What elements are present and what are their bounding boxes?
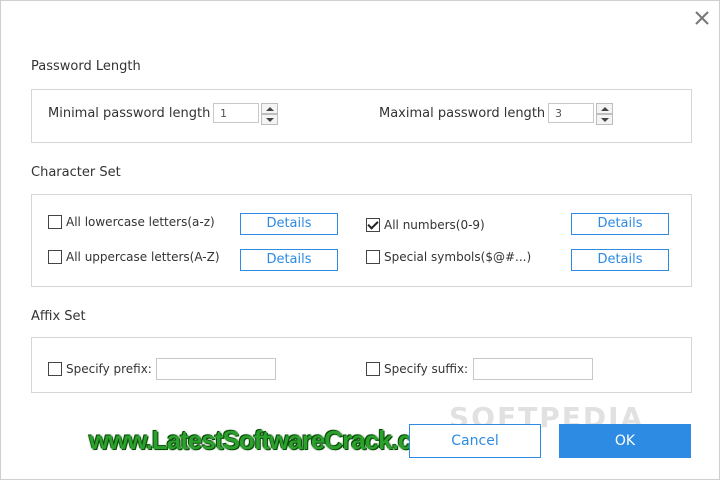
lowercase-option[interactable]: All lowercase letters(a-z) bbox=[48, 215, 215, 229]
max-length-increment-button[interactable] bbox=[596, 103, 613, 114]
prefix-option[interactable]: Specify prefix: bbox=[48, 362, 152, 376]
suffix-input[interactable] bbox=[473, 358, 593, 380]
lowercase-label: All lowercase letters(a-z) bbox=[66, 215, 215, 229]
symbols-option[interactable]: Special symbols($@#...) bbox=[366, 250, 531, 264]
min-length-increment-button[interactable] bbox=[261, 103, 278, 114]
suffix-checkbox[interactable] bbox=[366, 362, 380, 376]
close-icon bbox=[695, 11, 709, 25]
numbers-details-button[interactable]: Details bbox=[571, 213, 669, 235]
uppercase-details-button[interactable]: Details bbox=[240, 249, 338, 271]
password-settings-dialog: Password Length Minimal password length … bbox=[0, 0, 720, 480]
uppercase-label: All uppercase letters(A-Z) bbox=[66, 250, 220, 264]
cancel-button[interactable]: Cancel bbox=[409, 424, 541, 458]
max-length-decrement-button[interactable] bbox=[596, 114, 613, 125]
max-length-label: Maximal password length bbox=[379, 106, 546, 121]
symbols-checkbox[interactable] bbox=[366, 250, 380, 264]
ok-button[interactable]: OK bbox=[559, 424, 691, 458]
min-length-input[interactable]: 1 bbox=[213, 103, 259, 123]
lowercase-details-button[interactable]: Details bbox=[240, 213, 338, 235]
symbols-details-button[interactable]: Details bbox=[571, 249, 669, 271]
prefix-label: Specify prefix: bbox=[66, 362, 152, 376]
lowercase-checkbox[interactable] bbox=[48, 215, 62, 229]
min-length-decrement-button[interactable] bbox=[261, 114, 278, 125]
numbers-option[interactable]: All numbers(0-9) bbox=[366, 218, 485, 232]
affix-set-panel: Specify prefix: Specify suffix: bbox=[31, 337, 692, 393]
min-length-label: Minimal password length bbox=[48, 106, 211, 121]
site-overlay-text: www.LatestSoftwareCrack.com bbox=[89, 425, 449, 455]
uppercase-checkbox[interactable] bbox=[48, 250, 62, 264]
numbers-label: All numbers(0-9) bbox=[384, 218, 485, 232]
max-length-input[interactable]: 3 bbox=[548, 103, 594, 123]
symbols-label: Special symbols($@#...) bbox=[384, 250, 532, 264]
password-length-title: Password Length bbox=[31, 59, 141, 74]
character-set-title: Character Set bbox=[31, 165, 121, 180]
character-set-panel: All lowercase letters(a-z) Details All u… bbox=[31, 194, 692, 287]
suffix-label: Specify suffix: bbox=[384, 362, 469, 376]
numbers-checkbox[interactable] bbox=[366, 218, 380, 232]
prefix-checkbox[interactable] bbox=[48, 362, 62, 376]
suffix-option[interactable]: Specify suffix: bbox=[366, 362, 468, 376]
close-button[interactable] bbox=[691, 7, 713, 29]
uppercase-option[interactable]: All uppercase letters(A-Z) bbox=[48, 250, 220, 264]
affix-set-title: Affix Set bbox=[31, 309, 86, 324]
prefix-input[interactable] bbox=[156, 358, 276, 380]
password-length-panel: Minimal password length 1 Maximal passwo… bbox=[31, 89, 692, 143]
